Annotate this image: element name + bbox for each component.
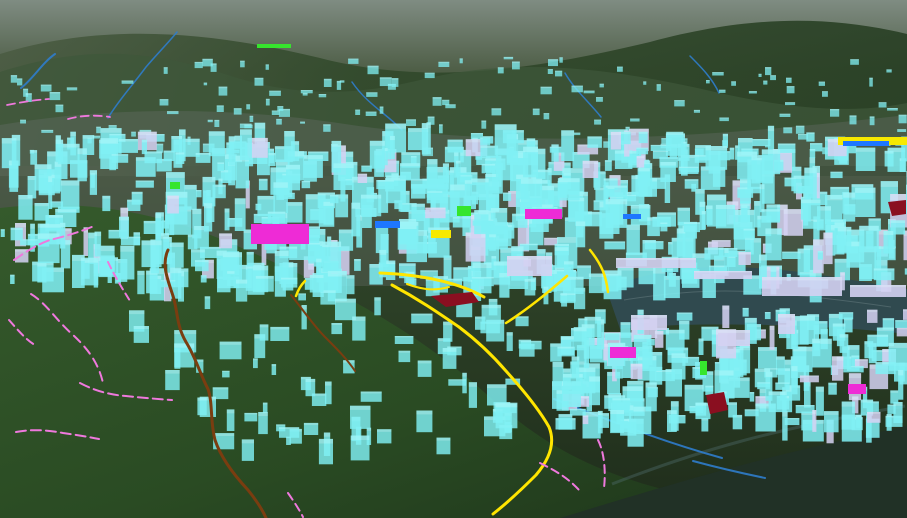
map-scene[interactable] [0,0,907,518]
map-canvas[interactable] [0,0,907,518]
